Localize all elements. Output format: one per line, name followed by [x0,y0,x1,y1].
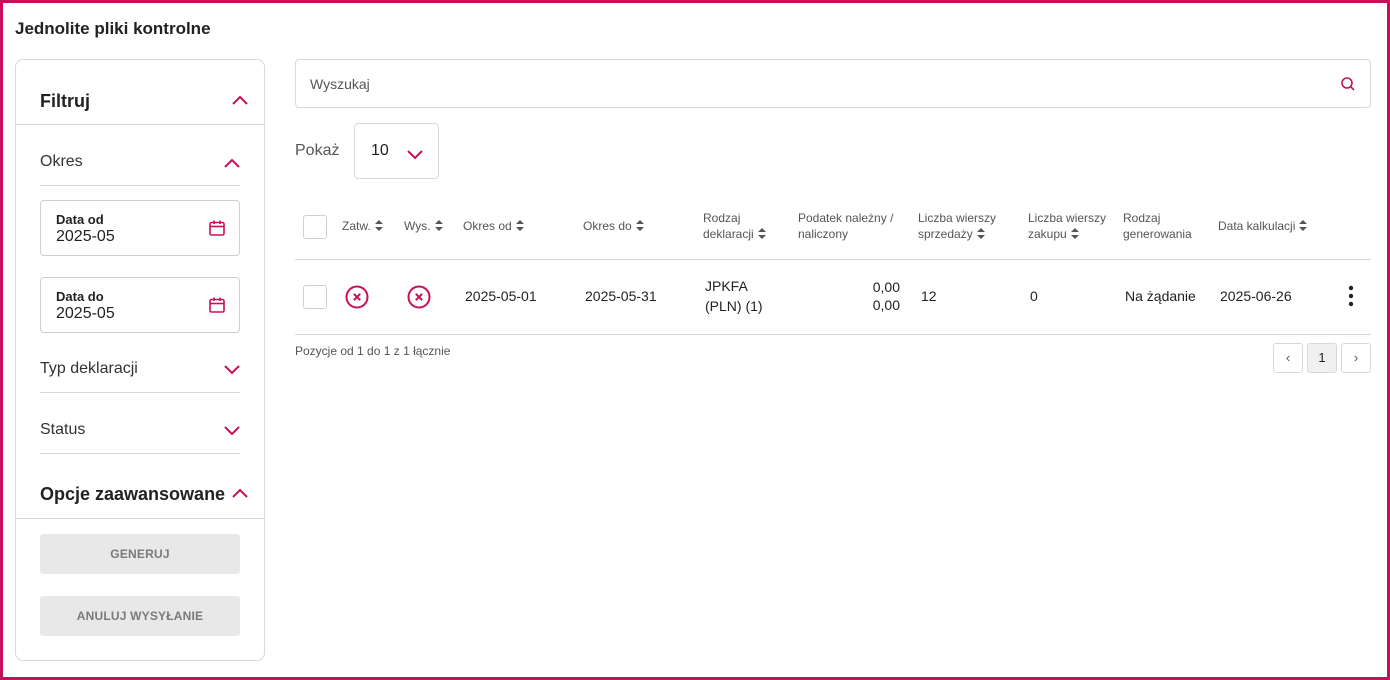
decl-type-label: Typ deklaracji [40,360,138,377]
header-purchase-rows[interactable]: Liczba wierszy zakupu [1028,210,1106,242]
header-decl-type-line1: Rodzaj [703,211,741,225]
chevron-up-icon[interactable] [224,158,240,168]
more-options-icon[interactable] [1344,285,1358,309]
header-gen-type: Rodzaj generowania [1123,210,1192,242]
search-input[interactable]: Wyszukaj [295,59,1371,108]
chevron-down-icon[interactable] [224,365,240,375]
advanced-options-title: Opcje zaawansowane [40,484,226,504]
search-placeholder: Wyszukaj [310,76,370,92]
decl-type-section[interactable]: Typ deklaracji [40,346,240,393]
header-sent-label: Wys. [404,219,431,233]
header-period-to-label: Okres do [583,219,632,233]
header-sales-rows-line1: Liczba wierszy [918,211,997,225]
header-gen-type-line2: generowania [1123,227,1192,241]
cell-tax-input: 0,00 [872,297,900,313]
cell-sales-rows: 12 [921,288,937,304]
sort-icon[interactable] [374,220,383,232]
cell-gen-type: Na żądanie [1125,288,1196,304]
date-from-field[interactable]: Data od 2025-05 [40,200,240,256]
date-from-value: 2025-05 [56,228,115,245]
date-to-field[interactable]: Data do 2025-05 [40,277,240,333]
select-all-checkbox[interactable] [303,215,327,239]
row-divider [295,334,1371,335]
header-calc-date-label: Data kalkulacji [1218,219,1296,233]
page-size-value: 10 [371,142,389,159]
sort-icon[interactable] [976,228,985,240]
page-title: Jednolite pliki kontrolne [15,19,211,38]
next-page-button[interactable]: › [1341,343,1371,373]
cell-decl-type-line2: (PLN) (1) [705,298,763,314]
calendar-icon[interactable] [208,219,226,237]
sort-icon[interactable] [757,228,766,240]
status-label: Status [40,421,86,438]
generate-button[interactable]: GENERUJ [40,534,240,574]
header-approved-label: Zatw. [342,219,371,233]
cell-tax: 0,00 0,00 [840,278,900,314]
prev-page-button[interactable]: ‹ [1273,343,1303,373]
header-period-to[interactable]: Okres do [583,218,644,234]
cell-decl-type: JPKFA (PLN) (1) [705,276,763,316]
cell-purchase-rows: 0 [1030,288,1038,304]
cell-calc-date: 2025-06-26 [1220,288,1292,304]
row-checkbox[interactable] [303,285,327,309]
header-sent[interactable]: Wys. [404,218,443,234]
header-purchase-rows-line2: zakupu [1028,227,1067,241]
chevron-down-icon [407,147,423,165]
sort-icon[interactable] [434,220,443,232]
header-purchase-rows-line1: Liczba wierszy [1028,211,1107,225]
header-period-from[interactable]: Okres od [463,218,524,234]
cell-decl-type-line1: JPKFA [705,278,748,294]
advanced-options-header[interactable]: Opcje zaawansowane [16,465,264,519]
cancel-send-button[interactable]: ANULUJ WYSYŁANIE [40,596,240,636]
header-tax-line2: naliczony [798,227,849,241]
search-icon[interactable] [1340,76,1356,92]
chevron-up-icon[interactable] [232,488,248,498]
filter-title: Filtruj [40,91,90,111]
filter-sidebar: Filtruj Okres Data od 2025-05 Data do 20… [15,59,265,661]
header-calc-date[interactable]: Data kalkulacji [1218,218,1308,234]
sort-icon[interactable] [635,220,644,232]
positions-info: Pozycje od 1 do 1 z 1 łącznie [295,344,451,358]
date-to-value: 2025-05 [56,305,115,322]
cell-tax-due: 0,00 [872,279,900,295]
date-from-label: Data od [56,212,104,227]
cell-period-from: 2025-05-01 [465,288,537,304]
page-size-select[interactable]: 10 [354,123,439,179]
x-circle-icon [407,285,431,309]
header-sales-rows-line2: sprzedaży [918,227,973,241]
header-tax: Podatek należny / naliczony [798,210,893,242]
sort-icon[interactable] [1299,220,1308,232]
date-to-label: Data do [56,289,104,304]
chevron-up-icon[interactable] [232,95,248,105]
cell-period-to: 2025-05-31 [585,288,657,304]
header-tax-line1: Podatek należny / [798,211,894,225]
period-section[interactable]: Okres [40,125,240,186]
period-label: Okres [40,153,83,170]
header-decl-type[interactable]: Rodzaj deklaracji [703,210,766,242]
sort-icon[interactable] [515,220,524,232]
header-divider [295,259,1371,260]
header-decl-type-line2: deklaracji [703,227,754,241]
header-approved[interactable]: Zatw. [342,218,383,234]
page-size-label: Pokaż [295,142,340,159]
chevron-down-icon[interactable] [224,426,240,436]
header-period-from-label: Okres od [463,219,512,233]
calendar-icon[interactable] [208,296,226,314]
page-1-button[interactable]: 1 [1307,343,1337,373]
sort-icon[interactable] [1070,228,1079,240]
header-gen-type-line1: Rodzaj [1123,211,1161,225]
header-sales-rows[interactable]: Liczba wierszy sprzedaży [918,210,996,242]
status-section[interactable]: Status [40,393,240,454]
filter-header[interactable]: Filtruj [16,60,264,125]
x-circle-icon [345,285,369,309]
